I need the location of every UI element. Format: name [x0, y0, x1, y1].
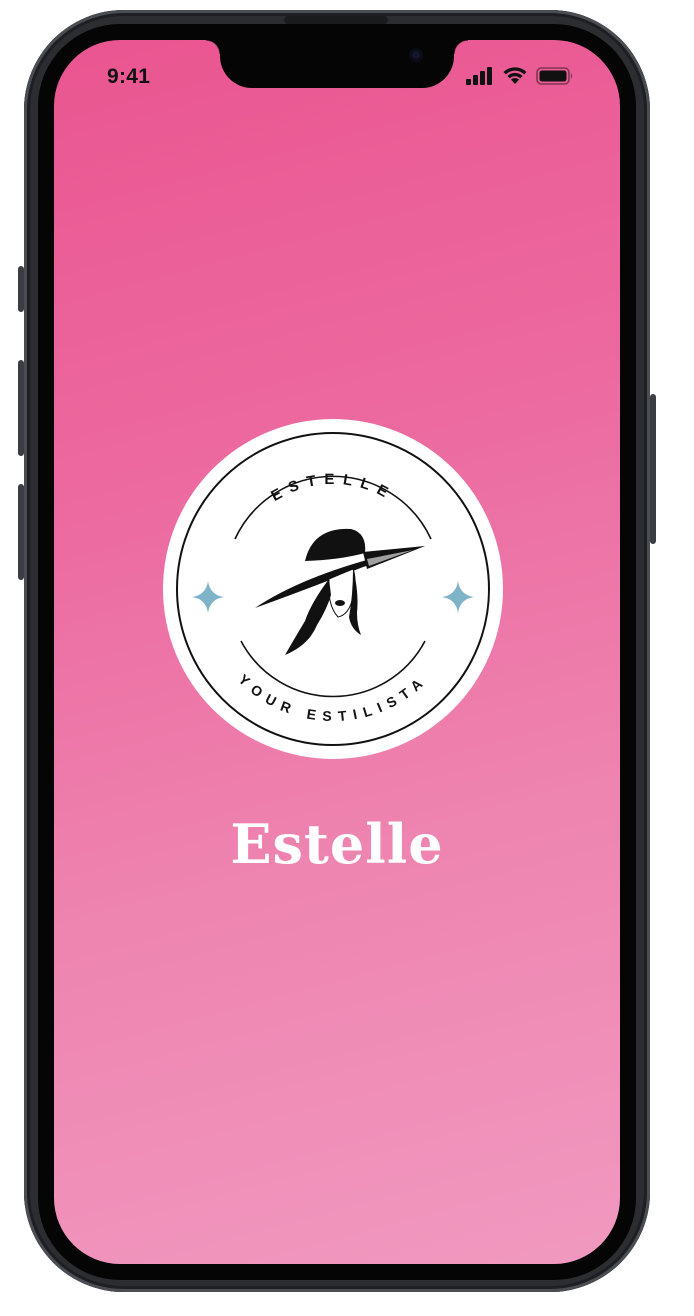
power-button: [650, 394, 656, 544]
volume-up-button: [18, 360, 24, 456]
notch-corner-left: [206, 40, 220, 54]
status-icons: [466, 66, 574, 85]
volume-down-button: [18, 484, 24, 580]
notch-corner-right: [454, 40, 468, 54]
wifi-icon: [503, 67, 527, 84]
mute-switch: [18, 266, 24, 312]
notch: [220, 40, 454, 88]
battery-icon: [536, 66, 573, 85]
front-camera: [409, 48, 423, 62]
earpiece-speaker: [284, 16, 388, 24]
brand-logo: ESTELLE YOUR ESTILISTA: [163, 419, 503, 759]
app-title: Estelle: [230, 812, 444, 876]
cellular-signal-icon: [466, 66, 492, 85]
splash-screen: 9:41 ESTELLE YOUR ESTILISTA Estelle: [54, 40, 620, 1264]
status-time: 9:41: [107, 65, 151, 88]
